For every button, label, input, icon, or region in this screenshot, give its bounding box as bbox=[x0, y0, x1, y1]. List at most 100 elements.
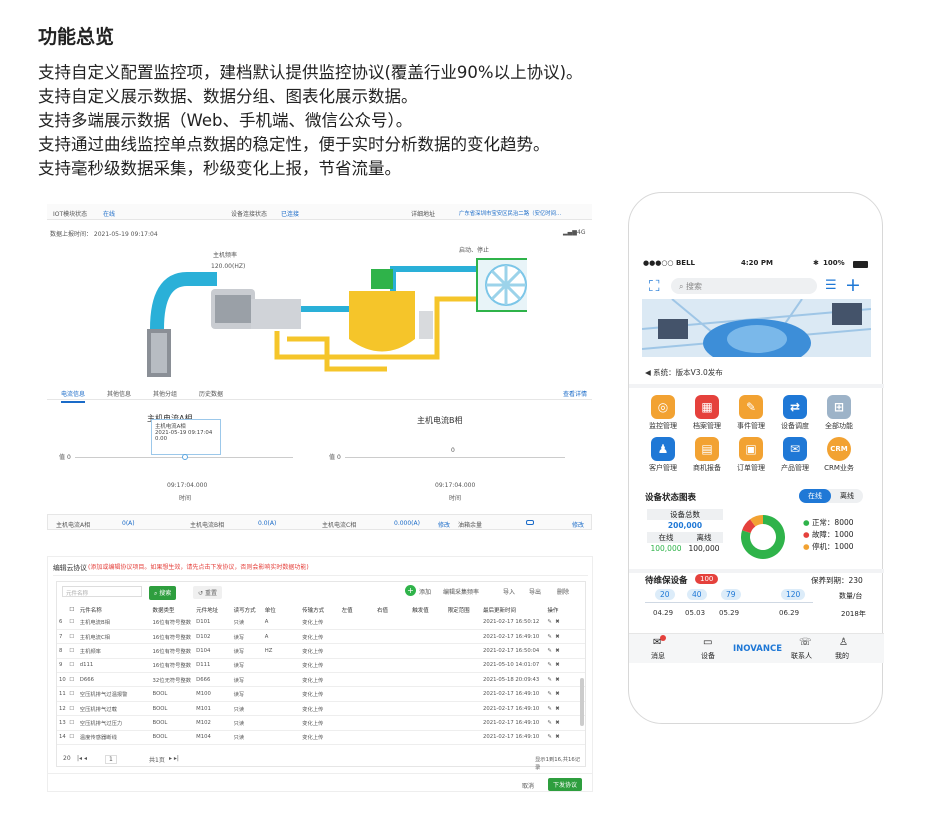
row-checkbox[interactable]: ☐ bbox=[67, 686, 78, 702]
delete-icon[interactable]: ✖ bbox=[555, 648, 559, 654]
column-header[interactable]: 右值 bbox=[375, 604, 410, 615]
row-checkbox[interactable]: ☐ bbox=[67, 701, 78, 717]
tab-contacts[interactable]: 联系人 bbox=[791, 651, 812, 661]
column-header[interactable]: 元件名称 bbox=[78, 604, 151, 615]
tab-history[interactable]: 历史数据 bbox=[199, 389, 223, 398]
row-checkbox[interactable]: ☐ bbox=[67, 629, 78, 645]
seg-offline[interactable]: 离线 bbox=[831, 489, 863, 503]
table-row[interactable]: 7 ☐ 主机电流C相 16位有符号整数 D102 读写 A 变化上传 2021-02-17 16… bbox=[57, 629, 585, 645]
edit-icon[interactable]: ✎ bbox=[547, 619, 551, 625]
timeline-value[interactable]: 79 bbox=[721, 589, 741, 600]
row-actions[interactable]: ✎ ✖ bbox=[545, 730, 585, 746]
add-button[interactable]: 添加 bbox=[419, 587, 431, 596]
column-header[interactable]: 最后更新时间 bbox=[481, 604, 545, 615]
delete-icon[interactable]: ✖ bbox=[555, 691, 559, 697]
tab-profile[interactable]: 我的 bbox=[835, 651, 849, 661]
send-protocol-button[interactable]: 下发协议 bbox=[548, 778, 583, 791]
row-checkbox[interactable]: ☐ bbox=[67, 643, 78, 659]
cancel-button[interactable]: 取消 bbox=[522, 781, 534, 790]
app-shortcut[interactable]: ♟ 客户管理 bbox=[641, 437, 685, 473]
delete-icon[interactable]: ✖ bbox=[555, 677, 559, 683]
column-header[interactable]: 限定范围 bbox=[446, 604, 481, 615]
table-row[interactable]: 11 ☐ 空压机排气过温报警 BOOL M100 读写 变化上传 2021-02-17 16:… bbox=[57, 686, 585, 702]
edit-link[interactable]: 修改 bbox=[572, 520, 584, 529]
search-input[interactable]: ⌕ 搜索 bbox=[671, 278, 817, 294]
edit-link[interactable]: 修改 bbox=[438, 520, 450, 529]
app-shortcut[interactable]: ▣ 订单管理 bbox=[729, 437, 773, 473]
page-size-select[interactable]: 20 bbox=[63, 755, 71, 762]
pager-first-icon[interactable]: |◂ ◂ bbox=[77, 755, 87, 762]
column-header[interactable]: 传输方式 bbox=[300, 604, 339, 615]
search-button[interactable]: ⌕ 搜索 bbox=[149, 586, 177, 600]
chart-a-point[interactable] bbox=[182, 454, 188, 460]
inovance-logo[interactable]: INOVANCE bbox=[733, 644, 782, 654]
edit-frequency-button[interactable]: 编辑采集频率 bbox=[443, 587, 479, 596]
edit-icon[interactable]: ✎ bbox=[547, 691, 551, 697]
list-icon[interactable]: ☰ bbox=[825, 278, 837, 293]
row-checkbox[interactable]: ☐ bbox=[67, 715, 78, 731]
timeline-value[interactable]: 120 bbox=[781, 589, 806, 600]
row-checkbox[interactable]: ☐ bbox=[67, 615, 78, 630]
delete-icon[interactable]: ✖ bbox=[555, 662, 559, 668]
app-shortcut[interactable]: CRM CRM业务 bbox=[817, 437, 861, 473]
delete-icon[interactable]: ✖ bbox=[555, 619, 559, 625]
tab-other-group[interactable]: 其他分组 bbox=[153, 389, 177, 398]
app-shortcut[interactable]: ◎ 监控管理 bbox=[641, 395, 685, 431]
app-shortcut[interactable]: ▦ 档案管理 bbox=[685, 395, 729, 431]
column-header[interactable]: 单位 bbox=[263, 604, 300, 615]
table-row[interactable]: 10 ☐ D666 32位无符号整数 D666 读写 变化上传 2021-05-18 20:0… bbox=[57, 672, 585, 688]
row-actions[interactable]: ✎ ✖ bbox=[545, 615, 585, 630]
tab-messages[interactable]: 消息 bbox=[651, 651, 665, 661]
column-header[interactable]: 左值 bbox=[340, 604, 375, 615]
delete-icon[interactable]: ✖ bbox=[555, 734, 559, 740]
edit-icon[interactable]: ✎ bbox=[547, 720, 551, 726]
tab-current-info[interactable]: 电流信息 bbox=[61, 389, 86, 403]
export-button[interactable]: 导出 bbox=[529, 587, 541, 596]
search-input[interactable]: 元件名称 bbox=[62, 586, 142, 597]
app-shortcut[interactable]: ⊞ 全部功能 bbox=[817, 395, 861, 431]
device-icon[interactable]: ▭ bbox=[703, 637, 712, 648]
import-button[interactable]: 导入 bbox=[503, 587, 515, 596]
add-icon[interactable]: + bbox=[405, 585, 416, 596]
delete-icon[interactable]: ✖ bbox=[555, 634, 559, 640]
row-checkbox[interactable]: ☐ bbox=[67, 658, 78, 674]
toggle-icon[interactable] bbox=[526, 520, 534, 525]
reset-button[interactable]: ↺ 重置 bbox=[193, 586, 222, 599]
table-row[interactable]: 12 ☐ 空压机排气过载 BOOL M101 只读 变化上传 2021-02-17 16:49… bbox=[57, 701, 585, 717]
row-checkbox[interactable]: ☐ bbox=[67, 730, 78, 746]
contacts-icon[interactable]: ☏ bbox=[799, 637, 812, 648]
addr-value[interactable]: 广东省深圳市宝安区民治二路（安亿时间... bbox=[459, 209, 561, 217]
column-header[interactable]: 读写方式 bbox=[232, 604, 263, 615]
table-row[interactable]: 9 ☐ d111 16位有符号整数 D111 读写 变化上传 2021-05-10 14:01… bbox=[57, 658, 585, 674]
edit-icon[interactable]: ✎ bbox=[547, 634, 551, 640]
scan-icon[interactable]: ⛶ bbox=[649, 277, 660, 295]
column-header[interactable]: 数据类型 bbox=[151, 604, 195, 615]
table-row[interactable]: 13 ☐ 空压机排气过压力 BOOL M102 只读 变化上传 2021-02-17 16:4… bbox=[57, 715, 585, 731]
app-shortcut[interactable]: ✎ 事件管理 bbox=[729, 395, 773, 431]
edit-icon[interactable]: ✎ bbox=[547, 677, 551, 683]
edit-icon[interactable]: ✎ bbox=[547, 706, 551, 712]
edit-icon[interactable]: ✎ bbox=[547, 648, 551, 654]
delete-icon[interactable]: ✖ bbox=[555, 720, 559, 726]
delete-button[interactable]: 删除 bbox=[557, 587, 569, 596]
delete-icon[interactable]: ✖ bbox=[555, 706, 559, 712]
table-row[interactable]: 14 ☐ 温度传感器断线 BOOL M104 只读 变化上传 2021-02-17 16:49… bbox=[57, 730, 585, 746]
add-icon[interactable]: + bbox=[845, 274, 861, 296]
pager-next-icon[interactable]: ▸ ▸| bbox=[169, 755, 179, 762]
notice-bar[interactable]: ◀ 系统：版本V3.0发布 bbox=[645, 367, 723, 378]
row-actions[interactable]: ✎ ✖ bbox=[545, 629, 585, 645]
app-shortcut[interactable]: ⇄ 设备调度 bbox=[773, 395, 817, 431]
seg-online[interactable]: 在线 bbox=[799, 489, 831, 503]
timeline-value[interactable]: 40 bbox=[687, 589, 707, 600]
profile-icon[interactable]: ♙ bbox=[839, 637, 848, 648]
table-row[interactable]: 6 ☐ 主机电流B相 16位有符号整数 D101 只读 A 变化上传 2021-02-17 16… bbox=[57, 615, 585, 630]
row-actions[interactable]: ✎ ✖ bbox=[545, 658, 585, 674]
edit-icon[interactable]: ✎ bbox=[547, 662, 551, 668]
detail-link[interactable]: 查看详情 bbox=[563, 389, 587, 398]
column-header[interactable]: 触发值 bbox=[410, 604, 445, 615]
tab-other-info[interactable]: 其他信息 bbox=[107, 389, 131, 398]
table-row[interactable]: 8 ☐ 主机频率 16位有符号整数 D104 读写 HZ 变化上传 2021-02-17 16:… bbox=[57, 643, 585, 659]
row-actions[interactable]: ✎ ✖ bbox=[545, 643, 585, 659]
tab-devices[interactable]: 设备 bbox=[701, 651, 715, 661]
column-header[interactable]: 元件地址 bbox=[194, 604, 231, 615]
